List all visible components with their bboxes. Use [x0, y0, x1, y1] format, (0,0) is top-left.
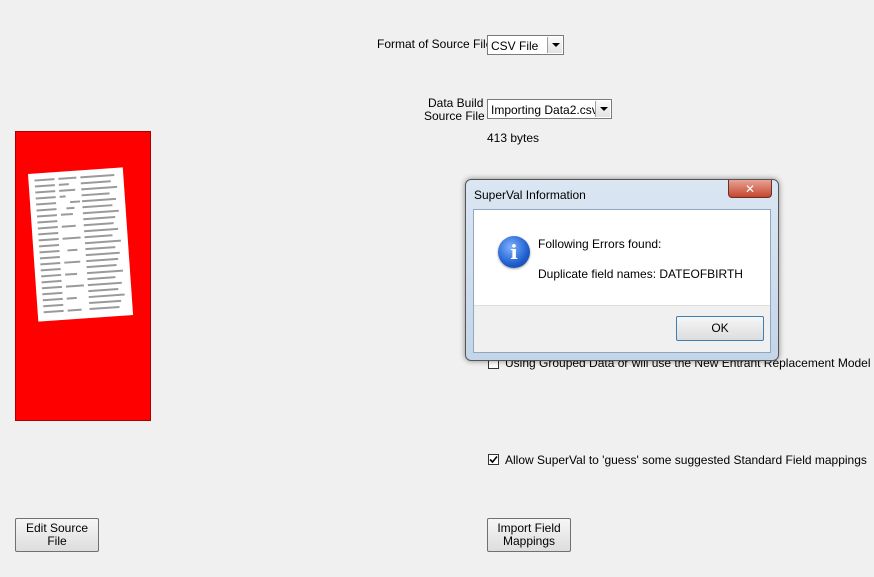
guess-mappings-label: Allow SuperVal to 'guess' some suggested… [505, 453, 867, 467]
source-file-select[interactable]: Importing Data2.csv [487, 99, 612, 119]
edit-button-line2: File [47, 534, 67, 548]
close-icon: ✕ [744, 181, 756, 196]
format-select[interactable]: CSV File [487, 35, 564, 55]
build-label-line2: Source File [424, 109, 485, 123]
dialog-title: SuperVal Information [474, 188, 586, 202]
format-label: Format of Source File [377, 37, 493, 51]
document-preview-icon [16, 132, 150, 420]
chevron-down-icon[interactable] [595, 101, 610, 117]
information-dialog: SuperVal Information ✕ i Following Error… [465, 179, 779, 361]
edit-source-file-button[interactable]: Edit Source File [15, 518, 99, 552]
info-icon: i [498, 236, 530, 268]
ok-button-label: OK [711, 321, 729, 335]
dialog-footer: OK [474, 305, 770, 352]
import-button-line2: Mappings [502, 534, 556, 548]
dialog-content: i Following Errors found: Duplicate fiel… [473, 209, 771, 353]
format-select-value: CSV File [491, 39, 539, 53]
source-file-select-value: Importing Data2.csv [491, 103, 598, 117]
close-button[interactable]: ✕ [728, 180, 772, 198]
checkmark-icon [489, 455, 498, 464]
file-size-text: 413 bytes [487, 131, 540, 145]
guess-mappings-checkbox[interactable] [488, 454, 499, 465]
source-file-preview [15, 131, 151, 421]
ok-button[interactable]: OK [676, 316, 764, 341]
dialog-message-line1: Following Errors found: [538, 237, 662, 251]
chevron-down-icon[interactable] [547, 37, 562, 53]
import-field-mappings-button[interactable]: Import Field Mappings [487, 518, 571, 552]
dialog-message-line2: Duplicate field names: DATEOFBIRTH [538, 267, 743, 281]
